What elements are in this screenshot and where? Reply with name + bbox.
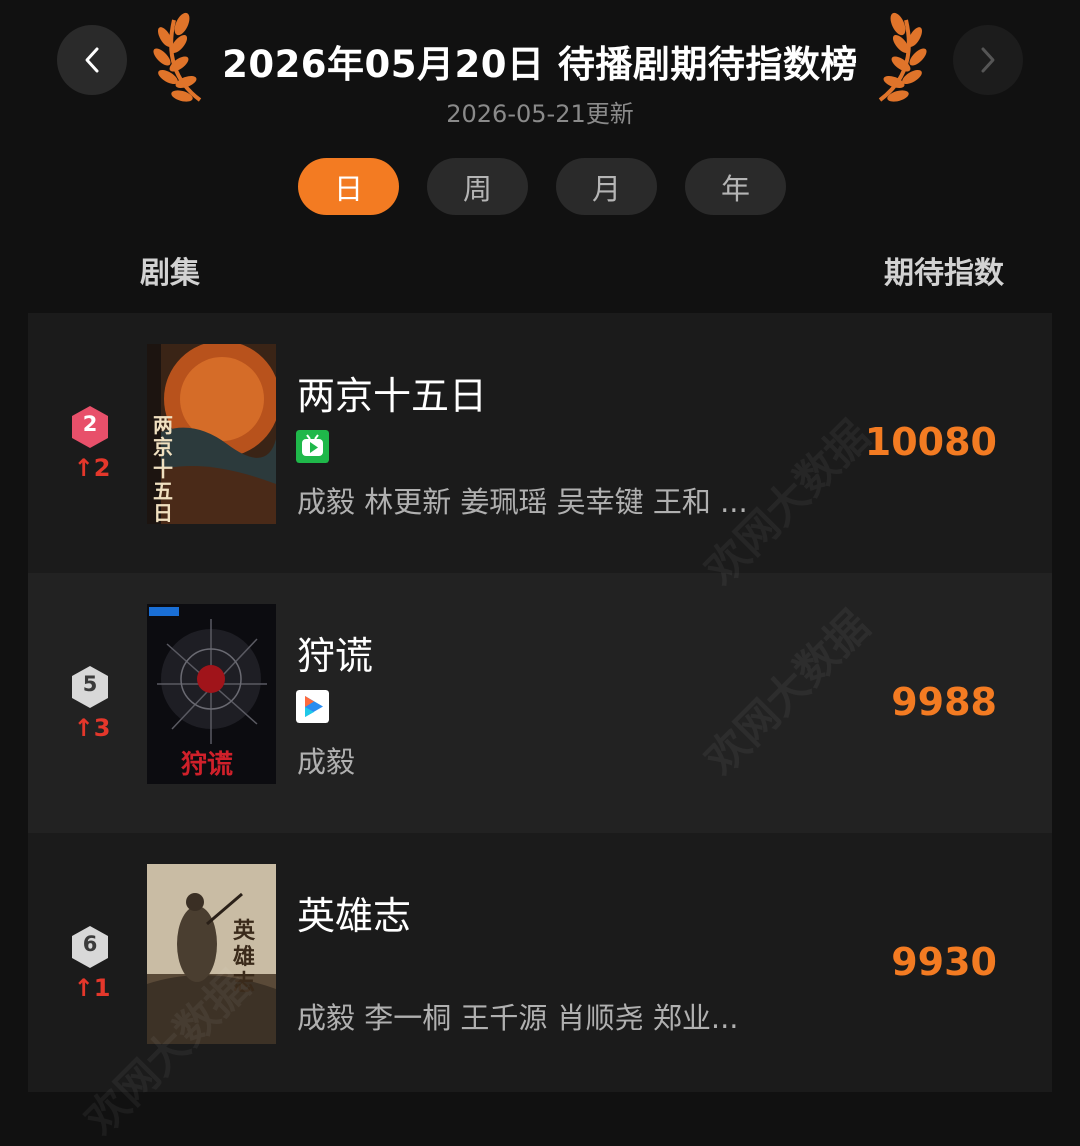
youku-icon — [296, 690, 329, 723]
column-header-show: 剧集 — [140, 256, 200, 291]
list-item[interactable]: 5 ↑3 狩谎 狩谎 成毅 9988 — [28, 573, 1052, 833]
show-title[interactable]: 两京十五日 — [297, 365, 487, 420]
poster-title: 狩谎 — [181, 750, 234, 780]
poster-image[interactable]: 狩谎 — [147, 604, 276, 784]
rank-change: ↑2 — [73, 454, 111, 482]
rank-number: 6 — [82, 932, 98, 956]
expectation-score: 9930 — [891, 940, 997, 984]
next-day-button[interactable] — [953, 25, 1023, 95]
tab-day[interactable]: 日 — [298, 158, 399, 215]
chevron-right-icon — [981, 47, 995, 73]
cast-list: 成毅 林更新 姜珮瑶 吴幸键 王和 ... — [297, 485, 748, 519]
cast-list: 成毅 李一桐 王千源 肖顺尧 郑业... — [297, 1001, 739, 1035]
poster-title: 英雄志 — [233, 919, 256, 996]
rank-change: ↑3 — [73, 714, 111, 742]
poster-image[interactable]: 英雄志 — [147, 864, 276, 1044]
poster-image[interactable]: 两京十五日 — [147, 344, 276, 524]
show-title[interactable]: 狩谎 — [297, 625, 373, 680]
period-tabs: 日 周 月 年 — [298, 158, 786, 215]
rank-badge: 5 — [70, 664, 110, 710]
tab-week[interactable]: 周 — [427, 158, 528, 215]
laurel-right-icon — [878, 12, 927, 102]
rank-change: ↑1 — [73, 974, 111, 1002]
tab-year[interactable]: 年 — [685, 158, 786, 215]
list-item[interactable]: 6 ↑1 英雄志 英雄志 成毅 李一桐 王千源 肖顺尧 郑业... 9930 — [28, 833, 1052, 1092]
cast-list: 成毅 — [297, 745, 356, 779]
rank-number: 5 — [82, 672, 98, 696]
tab-month[interactable]: 月 — [556, 158, 657, 215]
show-title[interactable]: 英雄志 — [297, 885, 411, 940]
list-item[interactable]: 2 ↑2 两京十五日 两京十五日 成毅 林更新 姜珮瑶 吴幸键 王和 ... 1… — [28, 313, 1052, 573]
iqiyi-icon — [296, 430, 329, 463]
rank-badge: 6 — [70, 924, 110, 970]
update-time: 2026-05-21更新 — [446, 100, 634, 128]
ranking-list: 2 ↑2 两京十五日 两京十五日 成毅 林更新 姜珮瑶 吴幸键 王和 ... 1… — [28, 313, 1052, 1092]
poster-title: 两京十五日 — [153, 413, 173, 524]
column-header-score: 期待指数 — [884, 256, 1004, 291]
rank-number: 2 — [82, 412, 98, 436]
expectation-score: 10080 — [864, 420, 997, 464]
expectation-score: 9988 — [891, 680, 997, 724]
rank-badge: 2 — [70, 404, 110, 450]
